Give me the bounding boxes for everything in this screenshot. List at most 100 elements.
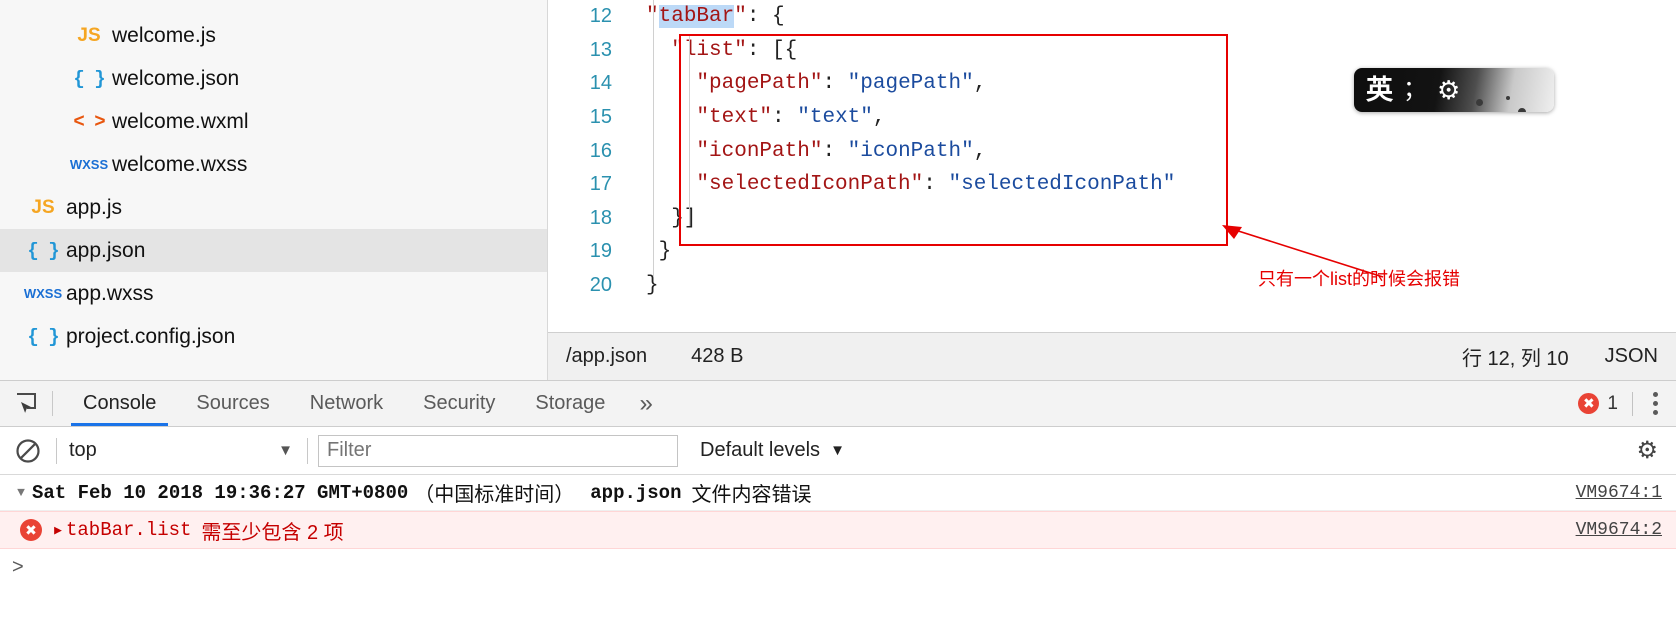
error-count-badge[interactable]: ✖ 1 [1578,393,1632,415]
code-token: : [{ [746,38,798,62]
tab-console[interactable]: Console [63,381,176,426]
code-token: "iconPath" [696,139,823,163]
js-icon: JS [31,196,55,218]
line-number: 18 [589,206,612,229]
toolbar-divider [1632,391,1633,416]
error-icon: ✖ [20,519,42,541]
file-name: app.wxss [66,281,154,305]
file-name: welcome.json [112,66,240,90]
code-line[interactable]: 16 "iconPath": "iconPath", [548,134,1676,168]
console-timezone: （中国标准时间） [414,484,575,506]
console-source-file: app.json [590,481,682,504]
file-item-welcome-wxml[interactable]: < > welcome.wxml [0,100,547,143]
line-number: 20 [589,274,612,297]
console-message-body: tabBar.list 需至少包含 2 项 [66,516,1676,545]
chevron-down-icon: ▼ [278,442,293,459]
file-explorer[interactable]: JS welcome.js { } welcome.json < > welco… [0,0,548,380]
clear-console-icon[interactable] [0,437,56,465]
indent-guide [653,0,654,276]
file-name: app.json [66,238,146,262]
file-name: project.config.json [66,324,236,348]
ime-language-label[interactable]: 英 [1354,76,1399,104]
line-number: 16 [589,139,612,162]
code-token: "list" [671,38,747,62]
line-number: 13 [589,38,612,61]
code-line[interactable]: 17 "selectedIconPath": "selectedIconPath… [548,168,1676,202]
console-message-text: 文件内容错误 [691,484,812,506]
wxss-icon: WXSS [69,157,109,172]
file-item-app-wxss[interactable]: WXSS app.wxss [0,272,547,315]
code-line[interactable]: 20 } [548,269,1676,303]
code-token: "text" [696,106,773,130]
gear-icon[interactable]: ⚙ [1437,77,1468,103]
status-file-path: /app.json [566,345,648,367]
code-token: } [646,240,672,264]
code-token: : [772,106,798,130]
file-item-app-js[interactable]: JS app.js [0,186,547,229]
file-item-app-json[interactable]: { } app.json [0,229,547,272]
tab-sources[interactable]: Sources [176,381,289,426]
tab-label: Sources [196,392,270,414]
line-number: 12 [589,5,612,28]
json-icon: { } [27,239,59,262]
wxml-icon: < > [73,110,105,133]
code-token: } [646,274,659,298]
line-number: 19 [589,240,612,263]
code-token: "pagePath" [847,72,974,96]
code-line[interactable]: 19 } [548,235,1676,269]
devtools-panel: Console Sources Network Security Storage… [0,380,1676,624]
tab-label: Security [423,392,496,414]
chevron-down-icon: ▼ [830,442,845,459]
code-content[interactable]: 12 "tabBar": { 13 "list": [{ 14 "pagePat… [548,0,1676,331]
inspect-element-icon[interactable] [0,381,52,426]
code-line-text: "text": "text", [628,106,885,130]
code-line-text: "iconPath": "iconPath", [628,140,986,163]
code-editor[interactable]: 12 "tabBar": { 13 "list": [{ 14 "pagePat… [548,0,1676,380]
console-filter-input[interactable] [318,434,678,467]
code-line-text: "tabBar": { [628,5,785,29]
more-options-icon[interactable] [1645,392,1666,415]
more-tabs-icon[interactable]: » [625,381,666,426]
code-line-text: "pagePath": "pagePath", [628,72,986,95]
file-item-welcome-wxss[interactable]: WXSS welcome.wxss [0,143,547,186]
code-line[interactable]: 13 "list": [{ [548,34,1676,68]
editor-status-bar: /app.json 428 B 行 12, 列 10 JSON [548,332,1676,380]
console-levels-label: Default levels [700,439,821,461]
file-name: welcome.wxss [112,152,248,176]
code-token: : { [746,5,785,29]
expand-arrow-icon[interactable]: ▼ [10,485,32,500]
console-source-link[interactable]: VM9674:1 [1576,483,1662,503]
status-language[interactable]: JSON [1605,345,1676,368]
code-line-text: } [628,274,659,297]
console-context-value: top [69,439,97,461]
console-source-link[interactable]: VM9674:2 [1576,520,1662,540]
devtools-tab-list: Console Sources Network Security Storage… [53,381,667,426]
ime-separator-label[interactable]: ； [1399,78,1437,102]
code-token: "selectedIconPath" [696,173,924,197]
tab-security[interactable]: Security [403,381,515,426]
line-number: 15 [589,106,612,129]
line-number: 17 [589,173,612,196]
code-token: : [822,72,848,96]
code-line-text: }] [628,207,696,230]
console-levels-select[interactable]: Default levels ▼ [678,439,845,462]
console-context-select[interactable]: top ▼ [57,439,307,462]
file-name: welcome.wxml [112,109,249,133]
file-item-welcome-json[interactable]: { } welcome.json [0,57,547,100]
tab-network[interactable]: Network [290,381,403,426]
ime-floating-bar[interactable]: 英 ； ⚙ [1354,68,1554,112]
code-line[interactable]: 12 "tabBar": { [548,0,1676,34]
devtools-tabbar-right: ✖ 1 [1578,381,1676,426]
file-item-project-config-json[interactable]: { } project.config.json [0,315,547,358]
settings-gear-icon[interactable]: ⚙ [1636,436,1676,465]
console-prompt[interactable]: > [0,549,1676,585]
console-message-error[interactable]: ✖ ▶ tabBar.list 需至少包含 2 项 VM9674:2 [0,511,1676,549]
tab-storage[interactable]: Storage [515,381,625,426]
wxss-icon: WXSS [23,286,63,301]
console-prompt-symbol: > [12,555,24,578]
file-item-welcome-js[interactable]: JS welcome.js [0,14,547,57]
expand-arrow-icon[interactable]: ▶ [50,523,66,538]
console-message-info[interactable]: ▼ Sat Feb 10 2018 19:36:27 GMT+0800 （中国标… [0,475,1676,511]
code-line[interactable]: 18 }] [548,202,1676,236]
